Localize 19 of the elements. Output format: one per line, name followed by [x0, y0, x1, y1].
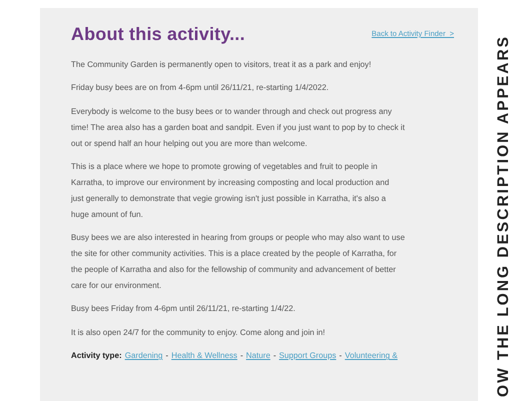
- description-paragraph: It is also open 24/7 for the community to enjoy. Come along and join in!: [71, 326, 326, 339]
- page-heading: About this activity...: [71, 24, 246, 45]
- description-paragraph: This is a place where we hope to promote growing of vegetables and fruit to people in Karratha, to improve our environment by increasing composting and local production and just generally to demonstrate that vegie growing isn't just possible in Karratha, it's also a huge amount of fun.: [71, 161, 390, 221]
- activity-tag-link[interactable]: Health & Wellness: [171, 348, 238, 364]
- activity-tag-link[interactable]: Nature: [246, 348, 270, 364]
- activity-tag-link[interactable]: Support Groups: [279, 348, 336, 364]
- description-paragraph: The Community Garden is permanently open to visitors, treat it as a park and enjoy!: [71, 59, 372, 71]
- side-caption: OW THE LONG DESCRIPTION APPEARS: [495, 35, 513, 397]
- description-paragraph: Busy bees we are also interested in hearing from groups or people who may also want to use the site for other community activities. This is a place created by the people of Karratha, for the people of Karratha and also for the fellowship of community and advancement of better care for our environment.: [71, 232, 406, 292]
- separator: -: [339, 350, 342, 362]
- activity-tag-link[interactable]: Gardening: [124, 348, 163, 364]
- separator: -: [166, 350, 168, 362]
- activity-tag-link[interactable]: Volunteering &: [344, 348, 398, 364]
- description-paragraph: Busy bees Friday from 4-6pm until 26/11/21, re-starting 1/4/22.: [71, 303, 296, 316]
- activity-type-label: Activity type:: [71, 350, 122, 362]
- description-paragraph: Everybody is welcome to the busy bees or to wander through and check out progress any time! The area also has a garden boat and sandpit. Even if you just want to pop by to check it out or spend half an hour helping out you are more than welcome.: [71, 106, 406, 150]
- description-paragraph: Friday busy bees are on from 4-6pm until 26/11/21, re-starting 1/4/2022.: [71, 82, 330, 94]
- separator: -: [240, 350, 244, 362]
- separator: -: [273, 350, 276, 362]
